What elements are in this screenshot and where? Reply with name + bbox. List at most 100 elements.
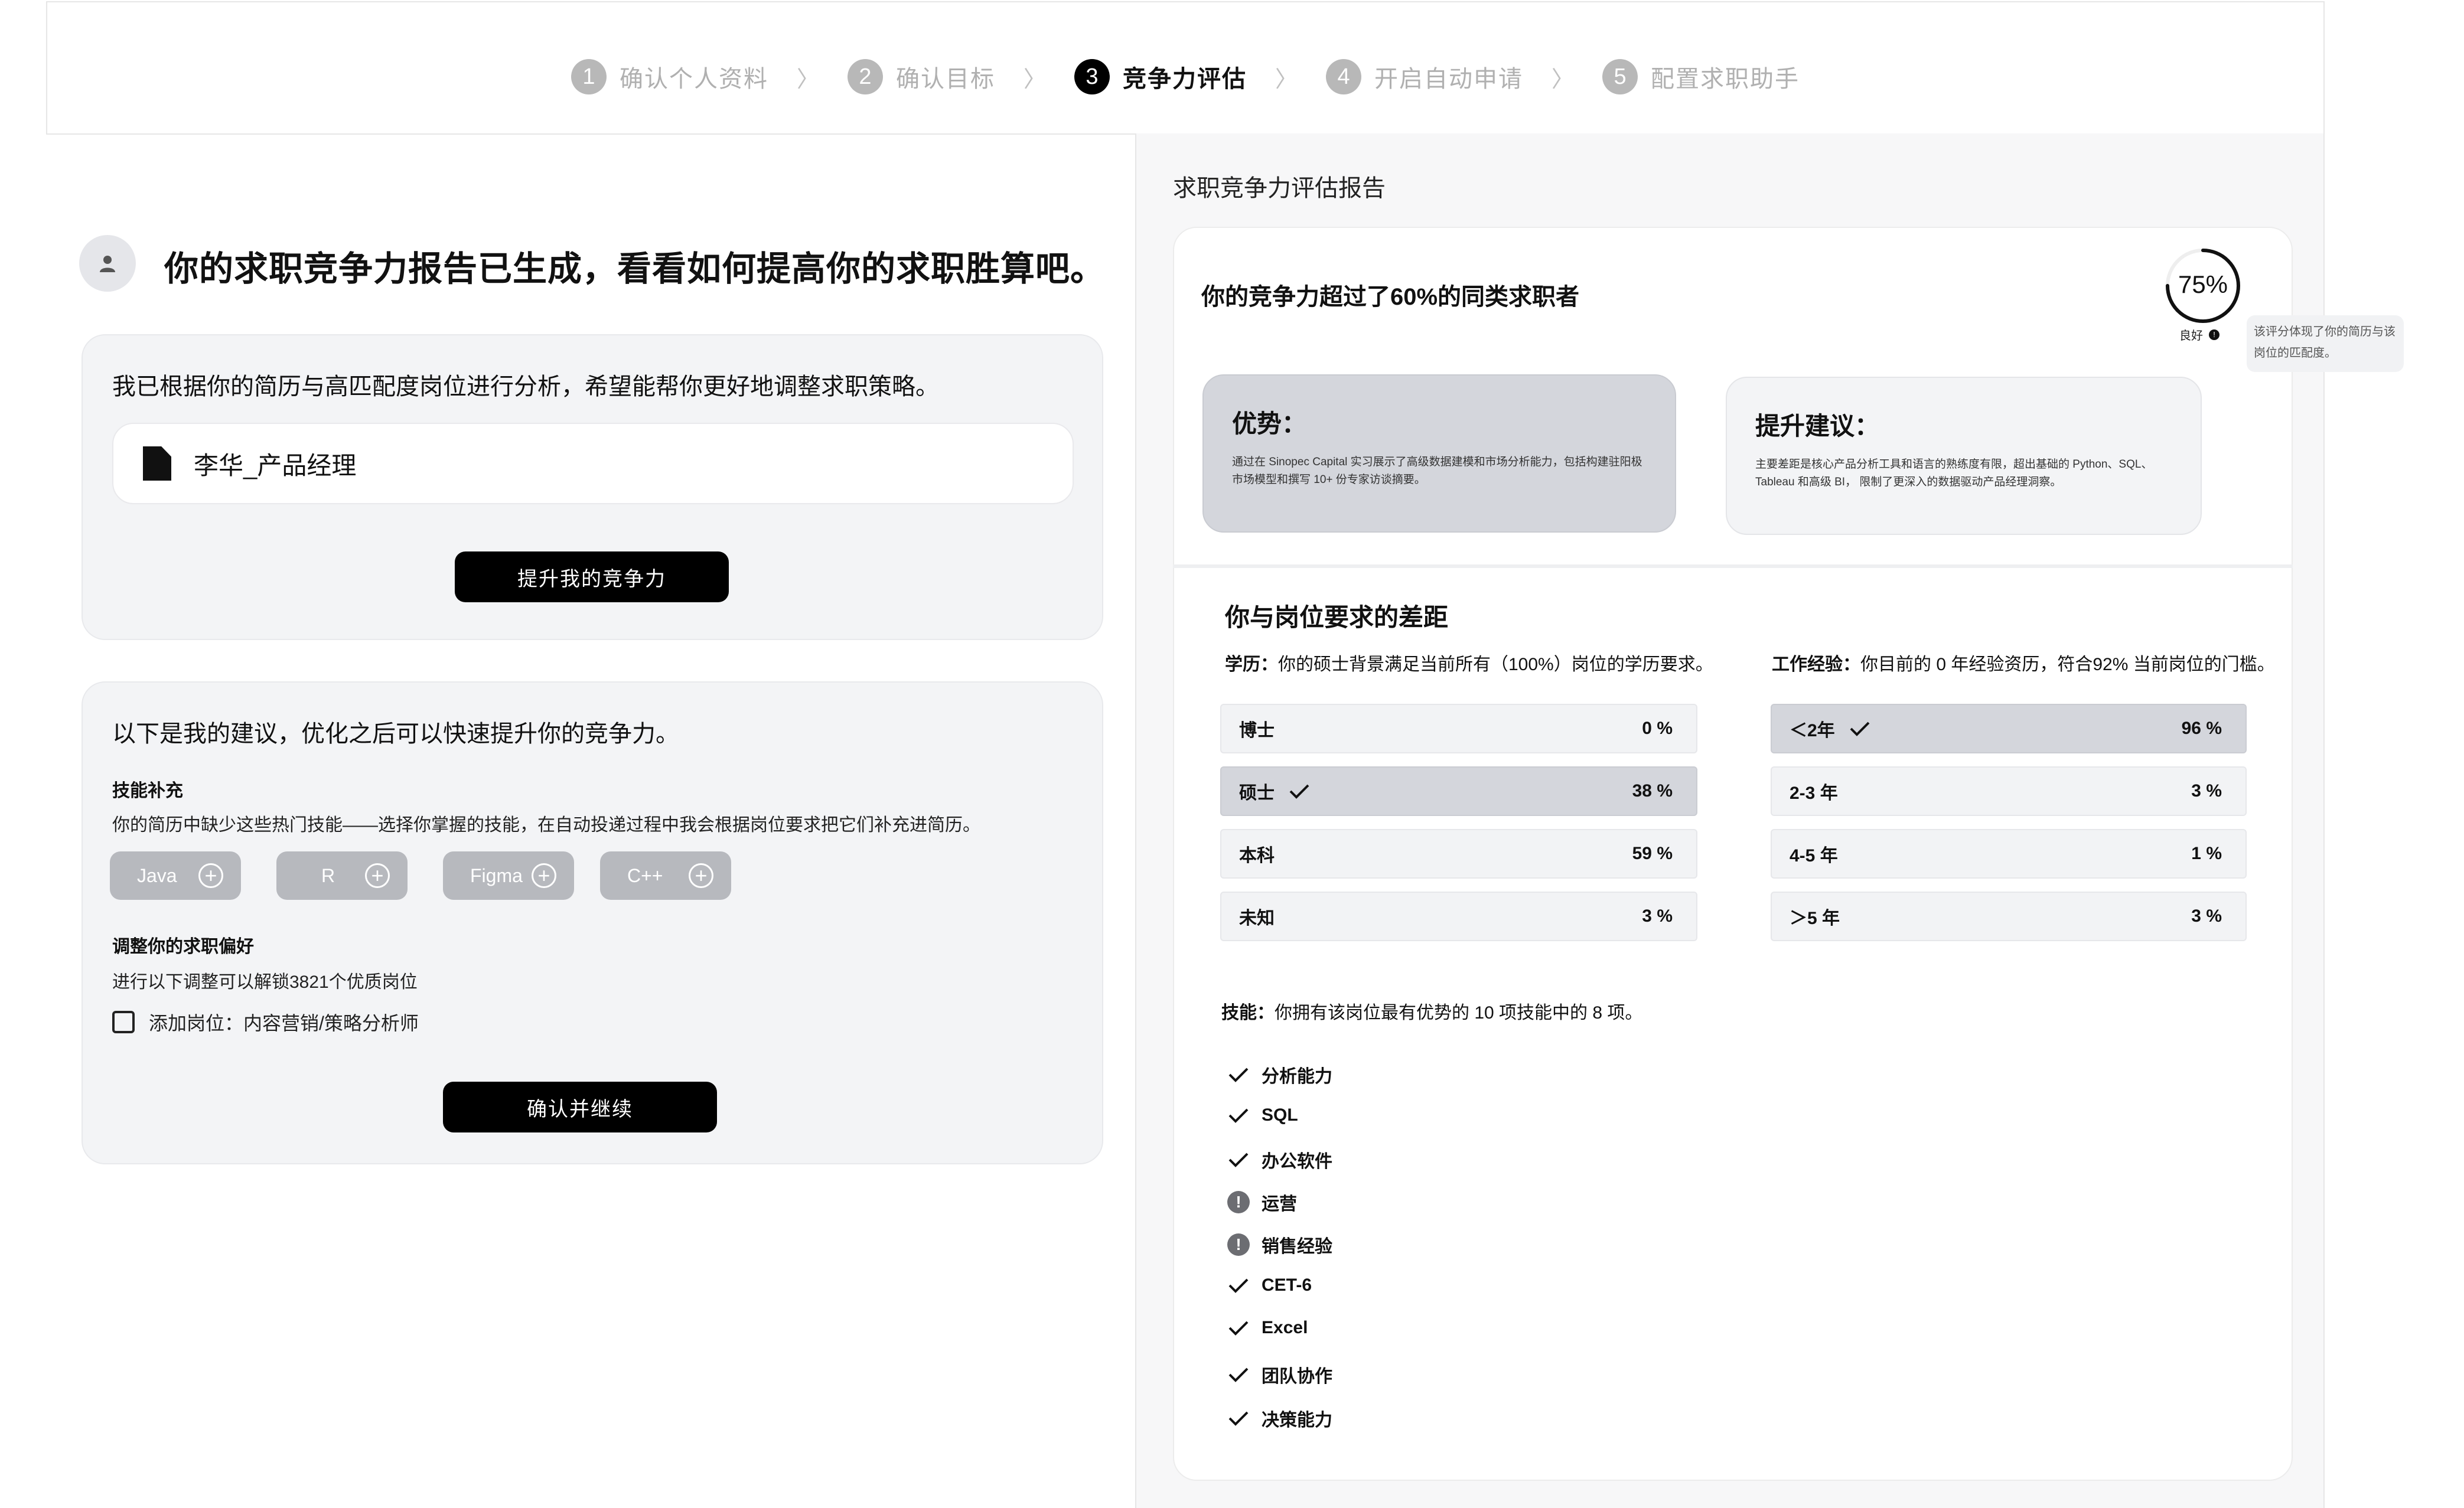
check-icon bbox=[1227, 1063, 1250, 1086]
experience-label: 工作经验： bbox=[1772, 655, 1860, 674]
skill-name: 运营 bbox=[1262, 1194, 1297, 1214]
chip-label: Java bbox=[137, 864, 177, 886]
report-title: 求职竞争力评估报告 bbox=[1173, 175, 1386, 201]
competitiveness-summary: 你的竞争力超过了60%的同类求职者 bbox=[1201, 284, 1580, 310]
page-headline: 你的求职竞争力报告已生成，看看如何提高你的求职胜算吧。 bbox=[164, 250, 1106, 288]
skill-item: 分析能力 bbox=[1227, 1062, 1332, 1088]
skills-section-title: 技能补充 bbox=[112, 781, 183, 801]
check-icon bbox=[1227, 1274, 1250, 1297]
suggestions-card: 以下是我的建议，优化之后可以快速提升你的竞争力。 技能补充 你的简历中缺少这些热… bbox=[82, 681, 1103, 1164]
skill-item: CET-6 bbox=[1227, 1274, 1312, 1297]
step-number: 2 bbox=[847, 59, 883, 94]
chevron-right-icon: 〉 bbox=[1552, 67, 1575, 92]
step-4[interactable]: 4 开启自动申请 bbox=[1326, 59, 1523, 94]
skill-item: 办公软件 bbox=[1227, 1147, 1332, 1173]
skill-chip-figma[interactable]: Figma + bbox=[443, 851, 574, 900]
row-label: 硕士 bbox=[1239, 784, 1275, 803]
step-number: 3 bbox=[1074, 59, 1110, 94]
experience-summary: 工作经验：你目前的 0 年经验资历，符合92% 当前岗位的门槛。 bbox=[1772, 649, 2275, 675]
document-icon bbox=[143, 446, 171, 481]
suggestion-text: 主要差距是核心产品分析工具和语言的熟练度有限，超出基础的 Python、SQL、… bbox=[1755, 458, 2153, 488]
analysis-intro: 我已根据你的简历与高匹配度岗位进行分析，希望能帮你更好地调整求职策略。 bbox=[112, 374, 939, 400]
skill-name: Excel bbox=[1262, 1318, 1308, 1337]
suggestion-card: 提升建议： 主要差距是核心产品分析工具和语言的熟练度有限，超出基础的 Pytho… bbox=[1726, 377, 2202, 535]
education-label: 学历： bbox=[1225, 655, 1278, 674]
row-label: 本科 bbox=[1239, 846, 1275, 866]
step-number: 4 bbox=[1326, 59, 1362, 94]
add-position-option[interactable]: 添加岗位：内容营销/策略分析师 bbox=[112, 1008, 419, 1036]
suggestion-title: 提升建议： bbox=[1755, 412, 1880, 440]
check-icon bbox=[1227, 1317, 1250, 1339]
resume-file[interactable]: 李华_产品经理 bbox=[112, 423, 1074, 504]
experience-row-2-3: 2-3 年 3 % bbox=[1771, 766, 2247, 816]
step-label: 竞争力评估 bbox=[1123, 66, 1247, 92]
row-percent: 96 % bbox=[2181, 719, 2222, 738]
step-label: 开启自动申请 bbox=[1374, 66, 1524, 92]
suggestions-intro: 以下是我的建议，优化之后可以快速提升你的竞争力。 bbox=[112, 721, 679, 747]
row-percent: 0 % bbox=[1642, 719, 1673, 738]
info-icon[interactable]: ! bbox=[2209, 329, 2219, 340]
step-3-current[interactable]: 3 竞争力评估 bbox=[1074, 59, 1247, 94]
step-2[interactable]: 2 确认目标 bbox=[847, 59, 995, 94]
row-percent: 1 % bbox=[2191, 844, 2222, 863]
skill-item: SQL bbox=[1227, 1104, 1298, 1127]
experience-row-under-2: ＜2年 96 % bbox=[1771, 704, 2247, 753]
chevron-right-icon: 〉 bbox=[1023, 67, 1046, 92]
step-label: 配置求职助手 bbox=[1651, 66, 1800, 92]
row-percent: 3 % bbox=[1642, 906, 1673, 926]
experience-row-over-5: ＞5 年 3 % bbox=[1771, 892, 2247, 941]
row-label: 4-5 年 bbox=[1790, 846, 1838, 866]
score-value: 75% bbox=[2178, 270, 2228, 298]
step-number: 1 bbox=[571, 59, 607, 94]
skill-name: 决策能力 bbox=[1262, 1411, 1332, 1430]
skill-item: ! 运营 bbox=[1227, 1189, 1297, 1215]
row-percent: 3 % bbox=[2191, 906, 2222, 926]
step-5[interactable]: 5 配置求职助手 bbox=[1602, 59, 1800, 94]
row-percent: 59 % bbox=[1632, 844, 1673, 863]
chip-label: R bbox=[321, 864, 335, 886]
skill-item: ! 销售经验 bbox=[1227, 1232, 1332, 1258]
skill-item: 决策能力 bbox=[1227, 1405, 1332, 1431]
check-icon bbox=[1289, 784, 1309, 799]
gap-section-title: 你与岗位要求的差距 bbox=[1225, 603, 1449, 631]
resume-file-name: 李华_产品经理 bbox=[194, 451, 357, 479]
row-percent: 38 % bbox=[1632, 781, 1673, 801]
skill-name: 销售经验 bbox=[1262, 1237, 1332, 1256]
experience-text: 你目前的 0 年经验资历，符合92% 当前岗位的门槛。 bbox=[1860, 655, 2275, 674]
education-row-bachelor: 本科 59 % bbox=[1220, 829, 1697, 879]
education-row-unknown: 未知 3 % bbox=[1220, 892, 1697, 941]
stepper: 1 确认个人资料 〉 2 确认目标 〉 3 竞争力评估 〉 4 开启自动申请 〉 5 配置… bbox=[47, 59, 2323, 94]
step-label: 确认目标 bbox=[895, 66, 995, 92]
row-label: 2-3 年 bbox=[1790, 784, 1838, 803]
warning-icon: ! bbox=[1227, 1191, 1250, 1213]
advantage-card: 优势： 通过在 Sinopec Capital 实习展示了高级数据建模和市场分析… bbox=[1202, 374, 1676, 533]
advantage-text: 通过在 Sinopec Capital 实习展示了高级数据建模和市场分析能力，包… bbox=[1232, 456, 1642, 486]
check-icon bbox=[1227, 1363, 1250, 1386]
report-divider bbox=[1173, 564, 2293, 568]
education-text: 你的硕士背景满足当前所有（100%）岗位的学历要求。 bbox=[1278, 655, 1713, 674]
check-icon bbox=[1227, 1148, 1250, 1171]
analysis-card: 我已根据你的简历与高匹配度岗位进行分析，希望能帮你更好地调整求职策略。 李华_产… bbox=[82, 334, 1103, 640]
add-position-label: 添加岗位：内容营销/策略分析师 bbox=[149, 1013, 419, 1034]
rating-badge[interactable]: 良好 ! bbox=[2179, 326, 2219, 343]
skill-chip-r[interactable]: R + bbox=[276, 851, 408, 900]
skill-chip-java[interactable]: Java + bbox=[110, 851, 241, 900]
check-icon bbox=[1850, 722, 1870, 736]
education-row-master: 硕士 38 % bbox=[1220, 766, 1697, 816]
skill-name: 办公软件 bbox=[1262, 1152, 1332, 1171]
skill-item: 团队协作 bbox=[1227, 1362, 1332, 1388]
experience-row-4-5: 4-5 年 1 % bbox=[1771, 829, 2247, 879]
preference-section-desc: 进行以下调整可以解锁3821个优质岗位 bbox=[112, 972, 418, 992]
step-1[interactable]: 1 确认个人资料 bbox=[571, 59, 768, 94]
progress-header: 1 确认个人资料 〉 2 确认目标 〉 3 竞争力评估 〉 4 开启自动申请 〉 5 配置… bbox=[46, 1, 2325, 135]
confirm-continue-button[interactable]: 确认并继续 bbox=[443, 1082, 717, 1132]
skill-chip-cpp[interactable]: C++ + bbox=[600, 851, 731, 900]
plus-icon: + bbox=[365, 863, 390, 888]
chip-label: Figma bbox=[470, 864, 523, 886]
boost-competitiveness-button[interactable]: 提升我的竞争力 bbox=[455, 551, 729, 602]
chevron-right-icon: 〉 bbox=[1275, 67, 1298, 92]
row-label: 未知 bbox=[1239, 909, 1275, 928]
education-summary: 学历：你的硕士背景满足当前所有（100%）岗位的学历要求。 bbox=[1225, 649, 1713, 675]
row-label: ＜2年 bbox=[1790, 721, 1835, 740]
add-position-checkbox[interactable] bbox=[112, 1011, 135, 1033]
